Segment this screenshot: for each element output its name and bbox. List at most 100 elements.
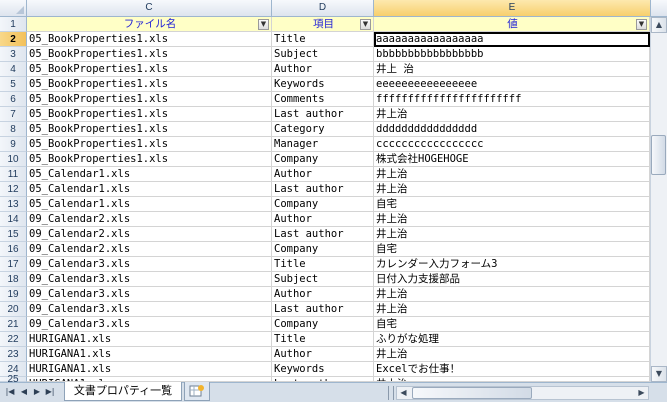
cell-value[interactable]: 井上治 (374, 167, 650, 182)
cell-filename[interactable]: HURIGANA1.xls (27, 332, 272, 347)
cell-item[interactable]: Company (272, 197, 374, 212)
cell-item[interactable]: Company (272, 242, 374, 257)
cell-value[interactable]: 井上治 (374, 347, 650, 362)
row-header[interactable]: 8 (0, 122, 27, 137)
cell-filename[interactable]: 05_BookProperties1.xls (27, 107, 272, 122)
tab-split-handle[interactable] (388, 386, 394, 400)
cell-item[interactable]: Author (272, 62, 374, 77)
cell-filename[interactable]: 09_Calendar2.xls (27, 227, 272, 242)
scroll-up-icon[interactable]: ▲ (651, 17, 667, 33)
column-header-c[interactable]: C (27, 0, 272, 17)
vertical-scrollbar[interactable]: ▲ ▼ (650, 17, 667, 382)
cell-item[interactable]: Keywords (272, 77, 374, 92)
filter-dropdown-icon[interactable]: ▼ (636, 19, 647, 30)
cell-value[interactable]: 井上治 (374, 287, 650, 302)
cell-filename[interactable]: 09_Calendar3.xls (27, 287, 272, 302)
cell-item[interactable]: Title (272, 32, 374, 47)
cell-item[interactable]: Category (272, 122, 374, 137)
cell-item[interactable]: Subject (272, 47, 374, 62)
column-header-d[interactable]: D (272, 0, 374, 17)
cell-value[interactable]: カレンダー入力フォーム3 (374, 257, 650, 272)
row-header[interactable]: 20 (0, 302, 27, 317)
cell-filename[interactable]: 05_Calendar1.xls (27, 197, 272, 212)
cell-value[interactable]: 日付入力支援部品 (374, 272, 650, 287)
cell-item[interactable]: Title (272, 332, 374, 347)
row-header[interactable]: 12 (0, 182, 27, 197)
cell-filename[interactable]: 09_Calendar2.xls (27, 242, 272, 257)
header-cell-item[interactable]: 項目 (272, 17, 374, 32)
cell-filename[interactable]: 05_BookProperties1.xls (27, 137, 272, 152)
cell-filename[interactable]: 05_BookProperties1.xls (27, 47, 272, 62)
first-sheet-icon[interactable]: |◀ (4, 386, 16, 398)
row-header[interactable]: 19 (0, 287, 27, 302)
cell-item[interactable]: Comments (272, 92, 374, 107)
header-cell-filename[interactable]: ファイル名 (27, 17, 272, 32)
cell-item[interactable]: Author (272, 212, 374, 227)
row-header[interactable]: 11 (0, 167, 27, 182)
cell-item[interactable]: Last author (272, 107, 374, 122)
row-header[interactable]: 7 (0, 107, 27, 122)
cell-value[interactable]: 井上治 (374, 302, 650, 317)
row-header[interactable]: 15 (0, 227, 27, 242)
cell-value[interactable]: 株式会社HOGEHOGE (374, 152, 650, 167)
cell-filename[interactable]: 09_Calendar3.xls (27, 302, 272, 317)
select-all-corner[interactable] (0, 0, 27, 17)
row-header[interactable]: 2 (0, 32, 27, 47)
cell-value[interactable]: 井上治 (374, 182, 650, 197)
cell-filename[interactable]: 09_Calendar3.xls (27, 257, 272, 272)
cell-filename[interactable]: 05_BookProperties1.xls (27, 122, 272, 137)
next-sheet-icon[interactable]: ▶ (31, 386, 43, 398)
scroll-left-icon[interactable]: ◀ (397, 386, 410, 400)
cell-item[interactable]: Last author (272, 182, 374, 197)
cell-item[interactable]: Last author (272, 227, 374, 242)
row-header[interactable]: 14 (0, 212, 27, 227)
vertical-scroll-thumb[interactable] (651, 135, 666, 175)
cell-value[interactable]: 自宅 (374, 317, 650, 332)
column-header-e[interactable]: E (374, 0, 650, 17)
row-header[interactable]: 21 (0, 317, 27, 332)
cell-filename[interactable]: 05_BookProperties1.xls (27, 92, 272, 107)
cell-item[interactable]: Author (272, 167, 374, 182)
row-header[interactable]: 6 (0, 92, 27, 107)
cell-item[interactable]: Subject (272, 272, 374, 287)
last-sheet-icon[interactable]: ▶| (44, 386, 56, 398)
scroll-right-icon[interactable]: ▶ (635, 386, 648, 400)
cell-value[interactable]: Excelでお仕事！ (374, 362, 650, 377)
header-cell-value[interactable]: 値 (374, 17, 650, 32)
cell-value[interactable]: eeeeeeeeeeeeeeee (374, 77, 650, 92)
cell-value[interactable]: 自宅 (374, 197, 650, 212)
cell-item[interactable]: Company (272, 317, 374, 332)
cell-value[interactable]: ふりがな処理 (374, 332, 650, 347)
row-header[interactable]: 1 (0, 17, 27, 32)
cell-item[interactable]: Keywords (272, 362, 374, 377)
horizontal-scroll-thumb[interactable] (412, 387, 532, 399)
row-header[interactable]: 23 (0, 347, 27, 362)
cell-filename[interactable]: 05_BookProperties1.xls (27, 77, 272, 92)
row-header[interactable]: 4 (0, 62, 27, 77)
cell-value[interactable]: 井上治 (374, 212, 650, 227)
cell-filename[interactable]: 09_Calendar3.xls (27, 317, 272, 332)
cell-value[interactable]: bbbbbbbbbbbbbbbbb (374, 47, 650, 62)
horizontal-scrollbar[interactable]: ◀ ▶ (396, 386, 649, 400)
cell-item[interactable]: Author (272, 287, 374, 302)
cell-filename[interactable]: 05_BookProperties1.xls (27, 32, 272, 47)
cell-value[interactable]: 井上治 (374, 227, 650, 242)
filter-dropdown-icon[interactable]: ▼ (258, 19, 269, 30)
cell-item[interactable]: Last author (272, 302, 374, 317)
cell-value[interactable]: aaaaaaaaaaaaaaaaa (374, 32, 650, 47)
cell-filename[interactable]: HURIGANA1.xls (27, 347, 272, 362)
prev-sheet-icon[interactable]: ◀ (18, 386, 30, 398)
cell-value[interactable]: 井上治 (374, 107, 650, 122)
filter-dropdown-icon[interactable]: ▼ (360, 19, 371, 30)
row-header[interactable]: 3 (0, 47, 27, 62)
cell-filename[interactable]: 05_BookProperties1.xls (27, 62, 272, 77)
cell-item[interactable]: Manager (272, 137, 374, 152)
cell-value[interactable]: fffffffffffffffffffffff (374, 92, 650, 107)
cell-filename[interactable]: 05_Calendar1.xls (27, 167, 272, 182)
scroll-down-icon[interactable]: ▼ (651, 366, 667, 382)
cell-value[interactable]: 井上 治 (374, 62, 650, 77)
cell-value[interactable]: 自宅 (374, 242, 650, 257)
cell-filename[interactable]: 05_Calendar1.xls (27, 182, 272, 197)
cell-value[interactable]: dddddddddddddddd (374, 122, 650, 137)
cell-item[interactable]: Author (272, 347, 374, 362)
